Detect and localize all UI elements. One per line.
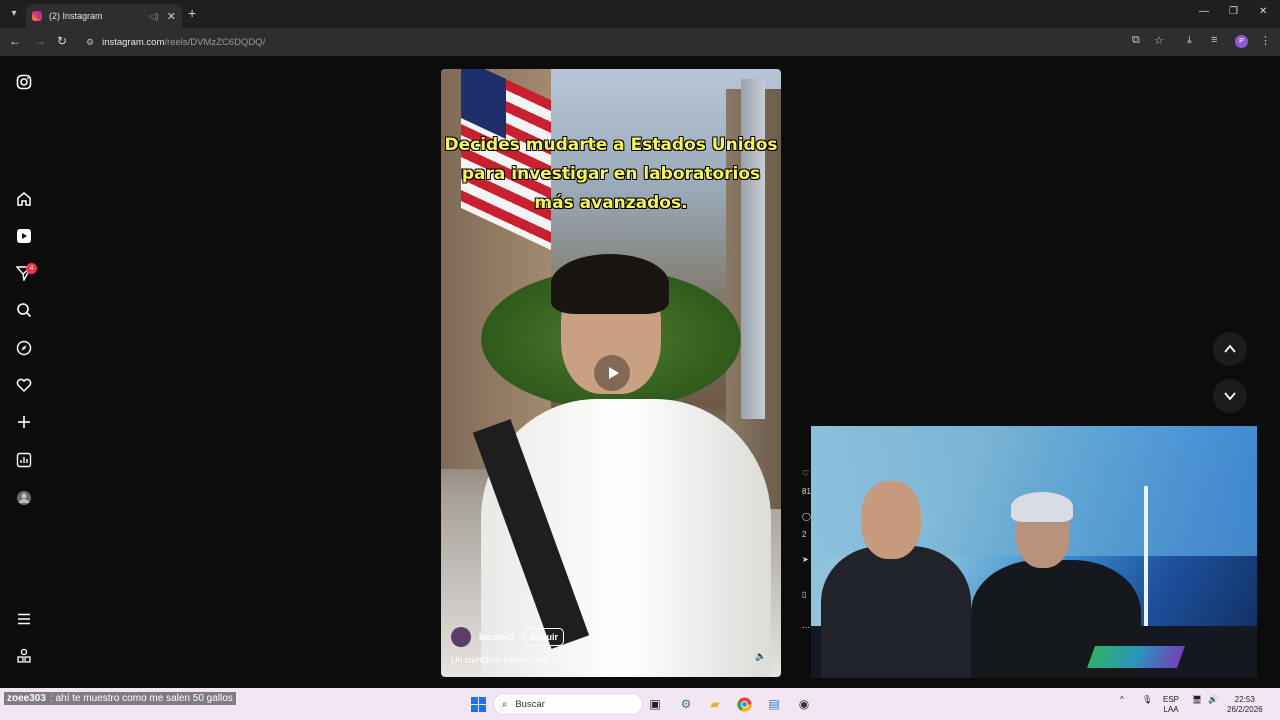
app-window-icon[interactable]: ▤ xyxy=(765,695,783,713)
language-indicator[interactable]: ESP LAA xyxy=(1163,695,1179,715)
lang-top: ESP xyxy=(1163,695,1180,704)
profile-avatar[interactable]: P xyxy=(1235,35,1248,48)
next-reel-chevron-down-icon[interactable] xyxy=(1213,379,1247,413)
back-icon[interactable]: ← xyxy=(9,34,21,48)
address-toolbar: ← → ↻ ⚙ instagram.com/reels/DVMzZC6DQDQ/… xyxy=(0,28,1280,56)
tab-close-icon[interactable]: ✕ xyxy=(167,10,176,23)
window-close-icon[interactable]: ✕ xyxy=(1259,6,1267,17)
reel-author: locofer3 Seguir xyxy=(451,627,565,647)
dashboard-icon[interactable] xyxy=(15,451,33,469)
caption-line: Decides mudarte a Estados Unidos xyxy=(444,135,778,155)
tab-search-icon[interactable]: ▾ xyxy=(6,6,22,22)
caption-line: más avanzados. xyxy=(534,193,688,213)
reel-description[interactable]: Un científico excepcional... xyxy=(451,655,558,665)
reel-video[interactable]: Decides mudarte a Estados Unidos para in… xyxy=(441,69,781,677)
windows-start-icon[interactable] xyxy=(469,695,487,713)
like-count: 81 xyxy=(802,487,811,496)
network-icon[interactable]: 🖥 xyxy=(1192,695,1202,705)
author-avatar[interactable] xyxy=(451,627,471,647)
instagram-logo-icon[interactable] xyxy=(15,73,33,91)
new-tab-icon[interactable]: + xyxy=(188,5,196,21)
meta-apps-icon[interactable] xyxy=(15,647,33,665)
previous-reel-chevron-up-icon[interactable] xyxy=(1213,332,1247,366)
like-icon[interactable]: ♡ xyxy=(802,469,809,478)
taskbar-search-placeholder: Buscar xyxy=(515,698,545,710)
downloads-icon[interactable]: ⤓ xyxy=(1187,34,1192,47)
url-bar[interactable]: ⚙ instagram.com/reels/DVMzZC6DQDQ/ xyxy=(80,31,1160,53)
lang-bottom: LAA xyxy=(1163,705,1179,714)
site-info-icon[interactable]: ⚙ xyxy=(86,37,94,48)
notifications-heart-icon[interactable] xyxy=(15,376,33,394)
more-options-icon[interactable]: ⋯ xyxy=(802,623,810,632)
share-icon[interactable]: ➤ xyxy=(802,555,809,564)
reel-overlay-caption: Decides mudarte a Estados Unidos para in… xyxy=(441,131,781,218)
streamer-2 xyxy=(1011,492,1073,522)
minimize-icon[interactable]: — xyxy=(1199,6,1209,17)
microphone-icon[interactable]: 🎙 xyxy=(1142,695,1152,705)
video-person xyxy=(551,254,669,314)
maximize-icon[interactable]: ❐ xyxy=(1229,6,1238,17)
taskbar-search-input[interactable]: ⌕ Buscar xyxy=(493,693,643,715)
stream-chat-message: zoee303: ahí te muestro como me salen 50… xyxy=(4,692,236,705)
url-path: /reels/DVMzZC6DQDQ/ xyxy=(164,36,266,48)
follow-button[interactable]: Seguir xyxy=(524,628,565,646)
video-scene xyxy=(741,79,765,419)
search-icon: ⌕ xyxy=(502,698,508,710)
rgb-keyboard xyxy=(1086,646,1186,668)
explore-compass-icon[interactable] xyxy=(15,339,33,357)
obs-icon[interactable]: ◉ xyxy=(795,695,813,713)
forward-icon[interactable]: → xyxy=(34,34,46,48)
task-view-icon[interactable]: ▣ xyxy=(646,695,664,713)
volume-icon[interactable]: 🔊 xyxy=(1208,695,1218,705)
clock-date: 26/2/2026 xyxy=(1227,705,1263,714)
play-icon[interactable] xyxy=(594,355,630,391)
chat-text: : ahí te muestro como me salen 50 gallos xyxy=(49,693,233,704)
streamer-1 xyxy=(861,481,921,559)
clock-time: 22:53 xyxy=(1234,695,1255,704)
tray-chevron-up-icon[interactable]: ^ xyxy=(1120,695,1124,705)
search-icon[interactable] xyxy=(15,301,33,319)
install-app-icon[interactable]: ⧉ xyxy=(1132,34,1140,47)
url-host: instagram.com xyxy=(102,36,165,48)
tab-instagram[interactable]: (2) Instagram ◁) ✕ xyxy=(26,4,182,28)
chat-username: zoee303 xyxy=(7,693,46,704)
clock[interactable]: 22:53 26/2/2026 xyxy=(1227,695,1263,715)
streamer-1 xyxy=(821,546,971,678)
reels-icon[interactable] xyxy=(15,227,33,245)
browser-tab-bar: ▾ (2) Instagram ◁) ✕ + — ❐ ✕ xyxy=(0,0,1280,28)
author-name[interactable]: locofer3 xyxy=(479,632,514,642)
media-control-icon[interactable]: ≡ xyxy=(1211,34,1217,46)
tab-audio-icon[interactable]: ◁) xyxy=(149,11,159,22)
mute-icon[interactable]: 🔈 xyxy=(755,651,766,662)
reload-icon[interactable]: ↻ xyxy=(57,34,67,48)
profile-avatar-icon[interactable] xyxy=(15,489,33,507)
tab-title: (2) Instagram xyxy=(49,11,103,21)
caption-line: para investigar en laboratorios xyxy=(461,164,761,184)
comment-icon[interactable]: ◯ xyxy=(802,512,811,521)
messages-badge: 4 xyxy=(26,263,37,274)
save-icon[interactable]: ▯ xyxy=(802,590,806,599)
instagram-favicon-icon xyxy=(32,11,42,21)
more-menu-icon[interactable] xyxy=(15,610,33,628)
home-icon[interactable] xyxy=(15,190,33,208)
webcam-lamp xyxy=(1144,486,1148,626)
bookmark-star-icon[interactable]: ☆ xyxy=(1154,34,1164,47)
comment-count: 2 xyxy=(802,530,807,539)
file-explorer-icon[interactable]: ▰ xyxy=(706,695,724,713)
settings-gear-icon[interactable]: ⚙ xyxy=(677,695,695,713)
chrome-icon[interactable] xyxy=(735,695,753,713)
create-plus-icon[interactable] xyxy=(15,413,33,431)
browser-menu-icon[interactable]: ⋮ xyxy=(1260,34,1271,47)
webcam-overlay xyxy=(811,426,1257,678)
